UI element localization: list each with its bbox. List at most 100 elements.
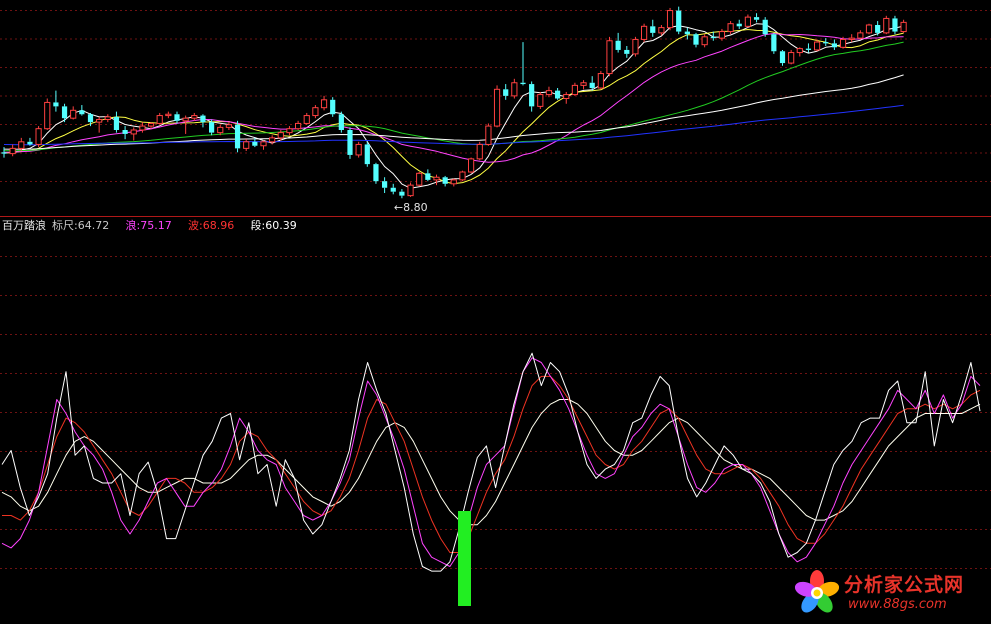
candle-body-down (200, 115, 206, 123)
candle-body-up (260, 141, 267, 147)
watermark-name: 分析家公式网 (844, 574, 965, 596)
candle-body-down (892, 18, 898, 32)
legend-item-0: 标尺:64.72 (52, 218, 109, 232)
legend-label: 标尺: (52, 218, 78, 232)
candle-body-up (883, 17, 890, 34)
candle-body-down (650, 26, 656, 33)
candle-body-down (684, 31, 690, 35)
candle-body-down (624, 49, 630, 54)
candle-body-up (839, 38, 847, 48)
candle-body-down (503, 89, 509, 96)
candle-body-down (442, 177, 448, 184)
price-ma-lines (3, 23, 904, 189)
candle-body-up (70, 109, 77, 119)
candle-body-up (217, 126, 224, 134)
candle-body-down (520, 82, 526, 85)
candle-body-down (399, 191, 405, 196)
candle-body-up (165, 113, 172, 117)
candle-body-up (545, 90, 553, 96)
indicator-series-0 (1, 352, 981, 572)
candle-body-down (209, 122, 215, 133)
candle-body-up (814, 41, 821, 51)
watermark: 分析家公式网 www.88gs.com (792, 566, 988, 620)
candle-body-up (303, 115, 310, 124)
candle-body-up (718, 31, 726, 39)
candle-body-down (122, 130, 128, 134)
candle-body-down (27, 141, 33, 145)
candle-body-up (277, 132, 284, 139)
legend-value: 60.39 (265, 219, 297, 232)
chart-canvas: ←8.80 百万踏浪 标尺:64.72 浪:75.17 波:68.96 段:60.39 (0, 6, 991, 606)
candle-body-up (243, 141, 250, 149)
legend-label: 段: (251, 218, 266, 232)
candle-body-down (252, 141, 258, 146)
candle-body-up (416, 172, 423, 186)
ma-line-10 (3, 29, 904, 185)
candle-body-down (736, 23, 742, 27)
candle-body-up (511, 82, 518, 97)
candle-body-up (156, 115, 163, 124)
candle-body-down (676, 10, 682, 32)
candle-body-up (563, 94, 570, 99)
candle-body-down (753, 17, 760, 20)
candle-body-down (555, 90, 561, 99)
candle-body-up (658, 27, 665, 34)
candle-body-up (182, 117, 189, 122)
candle-body-down (53, 102, 59, 107)
candle-body-up (727, 23, 734, 33)
candle-body-up (312, 107, 319, 117)
candle-body-up (104, 116, 111, 120)
legend-value: 68.96 (203, 219, 235, 232)
candle-body-up (286, 128, 293, 134)
candle-body-up (191, 115, 198, 119)
candle-body-up (147, 122, 155, 127)
candle-body-up (355, 143, 362, 156)
candle-body-down (174, 114, 180, 121)
candle-body-down (805, 48, 812, 50)
candle-body-up (796, 48, 803, 54)
candle-body-down (529, 84, 535, 107)
candle-body-up (9, 147, 16, 155)
candle-body-down (762, 19, 768, 35)
candle-body-up (320, 99, 328, 109)
candle-body-up (269, 137, 276, 143)
candle-body-up (18, 141, 25, 149)
indicator-title: 百万踏浪 (2, 218, 46, 232)
watermark-url: www.88gs.com (848, 597, 947, 612)
candle-body-up (44, 101, 51, 130)
candle-body-up (139, 125, 146, 131)
candle-body-up (900, 21, 907, 33)
candle-body-up (35, 128, 42, 145)
legend-item-2: 波:68.96 (188, 219, 234, 232)
min-price-label: ←8.80 (394, 201, 428, 214)
candle-body-down (779, 51, 786, 64)
ma-line-60 (3, 74, 904, 150)
candle-body-down (330, 99, 336, 115)
candle-body-up (571, 84, 578, 96)
legend-label: 浪: (126, 218, 141, 232)
candle-body-down (425, 173, 431, 180)
candle-body-down (87, 114, 94, 123)
candle-body-down (338, 114, 344, 130)
candle-body-down (61, 106, 68, 119)
candle-body-up (493, 88, 501, 127)
candle-body-up (597, 73, 604, 89)
candle-body-up (450, 179, 457, 185)
candle-body-up (96, 119, 103, 123)
candle-body-down (79, 110, 85, 115)
candle-body-down (364, 144, 370, 165)
candles (1, 6, 907, 199)
candle-body-down (373, 164, 379, 182)
legend-item-1: 浪:75.17 (126, 218, 172, 232)
legend-label: 波: (188, 219, 203, 232)
candle-body-up (295, 122, 302, 130)
candle-body-down (771, 34, 777, 52)
candle-body-up (580, 82, 587, 86)
signal-bar (458, 511, 471, 606)
candle-body-down (347, 130, 353, 155)
indicator-legend: 百万踏浪 标尺:64.72 浪:75.17 波:68.96 段:60.39 (2, 218, 297, 232)
candle-body-up (459, 171, 466, 181)
candle-body-up (407, 184, 414, 197)
candle-body-down (693, 34, 699, 45)
candle-body-up (606, 40, 613, 75)
